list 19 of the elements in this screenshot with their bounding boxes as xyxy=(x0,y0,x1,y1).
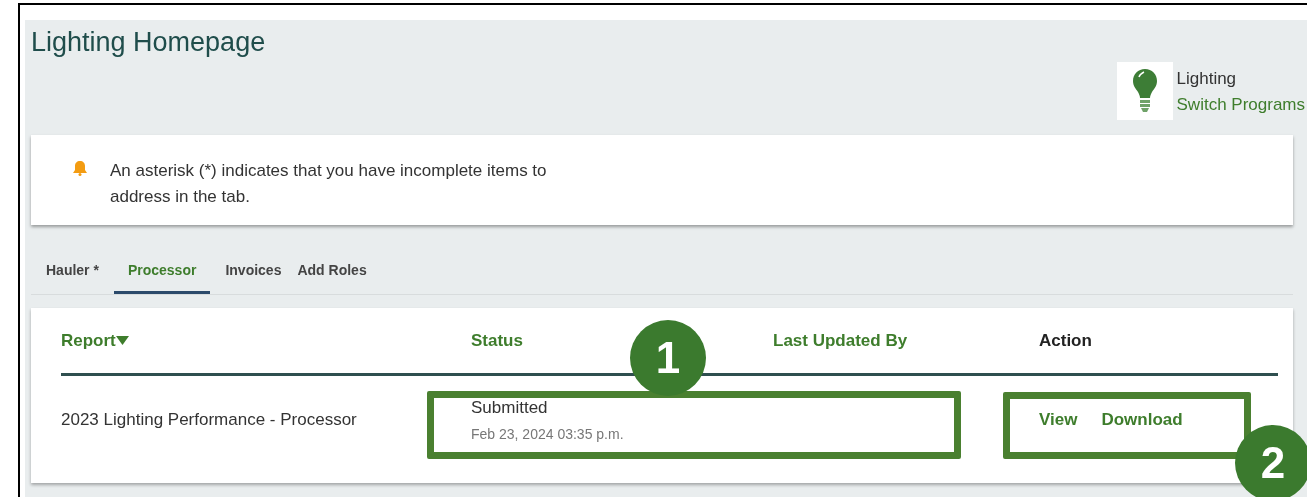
tab[interactable]: Hauler * xyxy=(45,255,100,294)
action-link[interactable]: View xyxy=(1039,407,1078,433)
column-header[interactable]: Report xyxy=(61,327,471,354)
lightbulb-icon xyxy=(1131,68,1158,114)
status-date: Feb 23, 2024 03:35 p.m. xyxy=(471,425,625,445)
column-header: Action xyxy=(1039,329,1093,352)
page-title: Lighting Homepage xyxy=(31,26,266,59)
report-name: 2023 Lighting Performance - Processor xyxy=(61,409,358,432)
switch-programs-link[interactable]: Switch Programs xyxy=(1176,92,1305,118)
program-name: Lighting xyxy=(1176,68,1238,90)
bell-icon xyxy=(72,160,88,176)
tab[interactable]: Add Roles xyxy=(296,255,368,294)
action-link[interactable]: Download xyxy=(1101,407,1183,433)
column-header[interactable]: Last Updated By xyxy=(773,327,1039,354)
sort-caret-icon xyxy=(115,336,129,345)
status-text: Submitted xyxy=(471,396,549,419)
tab[interactable]: Processor xyxy=(113,255,211,294)
notice-text: An asterisk (*) indicates that you have incomplete items to address in the tab. xyxy=(110,160,548,208)
tab[interactable]: Invoices xyxy=(224,255,283,294)
